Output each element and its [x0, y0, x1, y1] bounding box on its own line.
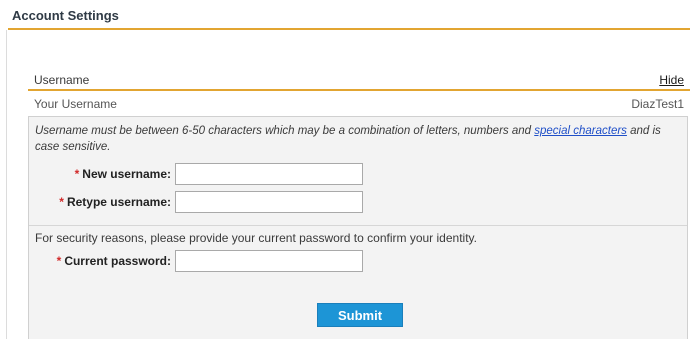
current-password-row: * Current password: [29, 250, 171, 272]
new-username-label-text: New username: [82, 167, 171, 181]
special-characters-link[interactable]: special characters [534, 125, 627, 137]
new-username-label: * New username: [75, 167, 171, 181]
retype-username-row: * Retype username: [29, 191, 171, 213]
required-marker: * [74, 167, 80, 181]
current-password-label: * Current password: [57, 254, 171, 268]
username-rules-text: Username must be between 6-50 characters… [35, 123, 683, 155]
page-title: Account Settings [12, 8, 119, 23]
current-username-label: Your Username [34, 97, 117, 111]
section-label: Username [34, 73, 90, 87]
current-password-label-text: Current password: [64, 254, 171, 268]
new-username-row: * New username: [29, 163, 171, 185]
change-username-panel: Username must be between 6-50 characters… [28, 116, 688, 339]
submit-button[interactable]: Submit [317, 303, 403, 327]
retype-username-label: * Retype username: [59, 195, 171, 209]
retype-username-input[interactable] [175, 191, 363, 213]
current-username-value: DiazTest1 [631, 97, 684, 111]
new-username-input[interactable] [175, 163, 363, 185]
section-divider [28, 89, 690, 91]
current-password-input[interactable] [175, 250, 363, 272]
panel-divider [29, 225, 687, 226]
content-frame-left-border [6, 30, 7, 339]
required-marker: * [56, 254, 62, 268]
security-note: For security reasons, please provide you… [35, 231, 477, 245]
required-marker: * [59, 195, 64, 209]
help-text-before: Username must be between 6-50 characters… [35, 125, 535, 137]
current-username-row: Your Username DiazTest1 [34, 97, 684, 113]
title-divider [8, 28, 690, 30]
retype-username-label-text: Retype username: [66, 195, 171, 209]
hide-section-link[interactable]: Hide [659, 73, 684, 87]
